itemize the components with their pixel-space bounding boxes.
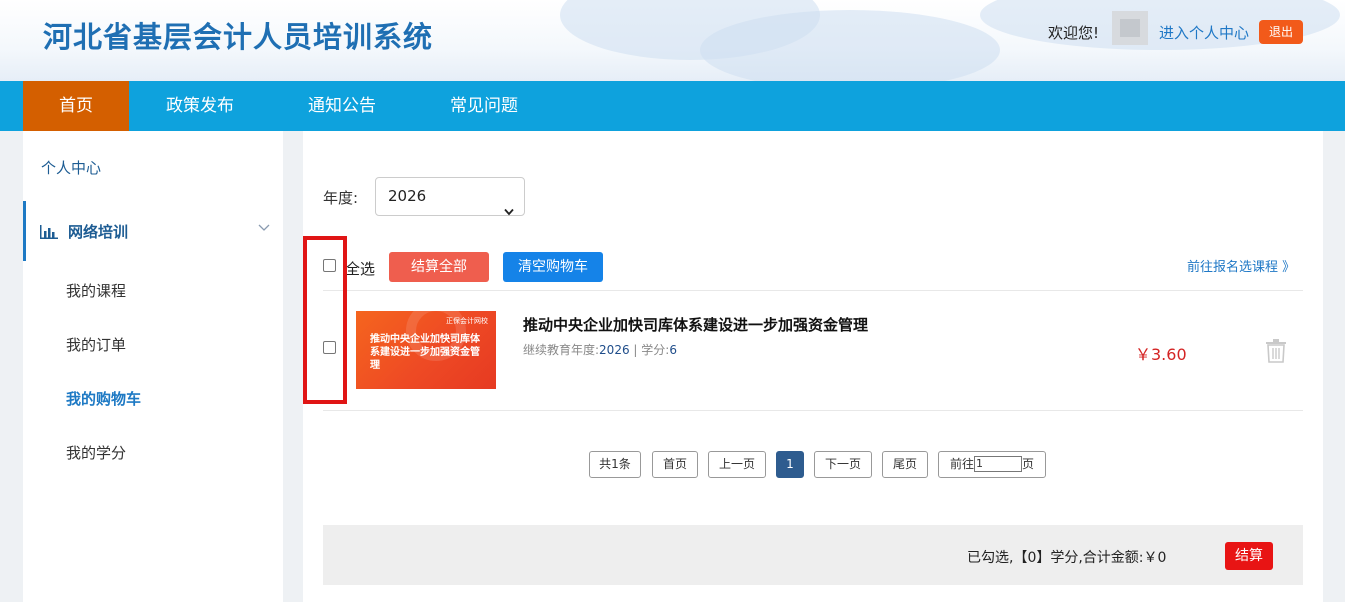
course-title[interactable]: 推动中央企业加快司库体系建设进一步加强资金管理 [523, 314, 868, 335]
logout-button[interactable]: 退出 [1259, 20, 1303, 44]
pagination-goto-input[interactable]: 1 [974, 455, 1022, 472]
course-credit-label: 学分: [641, 343, 670, 357]
select-all-checkbox[interactable] [323, 259, 336, 272]
sidebar-group-label: 网络培训 [68, 223, 129, 241]
year-select[interactable]: 2026 [375, 177, 525, 216]
cart-item-checkbox[interactable] [323, 341, 336, 354]
sidebar-group-online-training[interactable]: 网络培训 [23, 201, 283, 261]
settle-all-button[interactable]: 结算全部 [389, 252, 489, 282]
sidebar: 个人中心 网络培训 我的课程 我的订单 我的购物车 我的学分 [23, 131, 283, 602]
course-thumbnail[interactable]: 正保会计网校 推动中央企业加快司库体系建设进一步加强资金管理 [356, 311, 496, 389]
year-label: 年度: [323, 189, 359, 207]
sidebar-item-my-courses[interactable]: 我的课程 [66, 280, 126, 301]
sidebar-item-my-credits[interactable]: 我的学分 [66, 442, 126, 463]
sidebar-item-my-cart[interactable]: 我的购物车 [66, 388, 141, 409]
divider [323, 290, 1303, 291]
course-year: 2026 [599, 343, 630, 357]
site-header: 河北省基层会计人员培训系统 欢迎您! 进入个人中心 退出 [0, 0, 1345, 81]
pagination-next[interactable]: 下一页 [814, 451, 872, 478]
welcome-text: 欢迎您! [1048, 24, 1100, 42]
goto-enroll-link[interactable]: 前往报名选课程 》 [1187, 256, 1295, 275]
header-cloud-decor [700, 10, 1000, 81]
select-all-label: 全选 [345, 260, 376, 278]
course-year-label: 继续教育年度: [523, 343, 600, 357]
bar-chart-icon [40, 225, 58, 243]
pagination-last[interactable]: 尾页 [882, 451, 928, 478]
site-title: 河北省基层会计人员培训系统 [43, 20, 434, 54]
divider [323, 410, 1303, 411]
nav-item-home[interactable]: 首页 [23, 81, 129, 131]
thumbnail-brand: 正保会计网校 [446, 317, 488, 325]
summary-text: 已勾选,【0】学分,合计金额:￥0 [967, 550, 1167, 566]
pagination-current-page[interactable]: 1 [776, 451, 804, 478]
main-nav: 首页 政策发布 通知公告 常见问题 [0, 81, 1345, 131]
sidebar-item-my-orders[interactable]: 我的订单 [66, 334, 126, 355]
nav-item-faq[interactable]: 常见问题 [427, 81, 541, 131]
pagination-first[interactable]: 首页 [652, 451, 698, 478]
nav-item-notice[interactable]: 通知公告 [285, 81, 399, 131]
cart-panel: 年度: 2026 全选 结算全部 清空购物车 前往报名选课程 》 正保会计网校 … [303, 131, 1323, 602]
pagination-goto-suffix: 页 [1022, 457, 1035, 471]
pagination-prev[interactable]: 上一页 [708, 451, 766, 478]
nav-item-policy[interactable]: 政策发布 [143, 81, 257, 131]
avatar [1112, 11, 1148, 45]
course-credit: 6 [669, 343, 677, 357]
year-select-value: 2026 [388, 187, 427, 205]
settle-button[interactable]: 结算 [1225, 542, 1273, 570]
pagination-goto-prefix: 前往 [949, 457, 974, 471]
thumbnail-title: 推动中央企业加快司库体系建设进一步加强资金管理 [370, 334, 480, 371]
chevron-down-icon [504, 193, 514, 230]
pagination-goto: 前往 1 页 [938, 451, 1046, 478]
chevron-down-icon [258, 221, 270, 237]
course-meta-separator: | [629, 343, 642, 357]
sidebar-personal-center[interactable]: 个人中心 [41, 157, 101, 178]
summary-bar: 已勾选,【0】学分,合计金额:￥0 结算 [323, 525, 1303, 585]
clear-cart-button[interactable]: 清空购物车 [503, 252, 603, 282]
course-meta: 继续教育年度:2026 | 学分:6 [523, 341, 677, 358]
pagination-total: 共1条 [589, 451, 641, 478]
enter-personal-center-link[interactable]: 进入个人中心 [1159, 22, 1249, 43]
trash-icon[interactable] [1265, 339, 1287, 367]
course-price: ￥3.60 [1135, 345, 1187, 364]
